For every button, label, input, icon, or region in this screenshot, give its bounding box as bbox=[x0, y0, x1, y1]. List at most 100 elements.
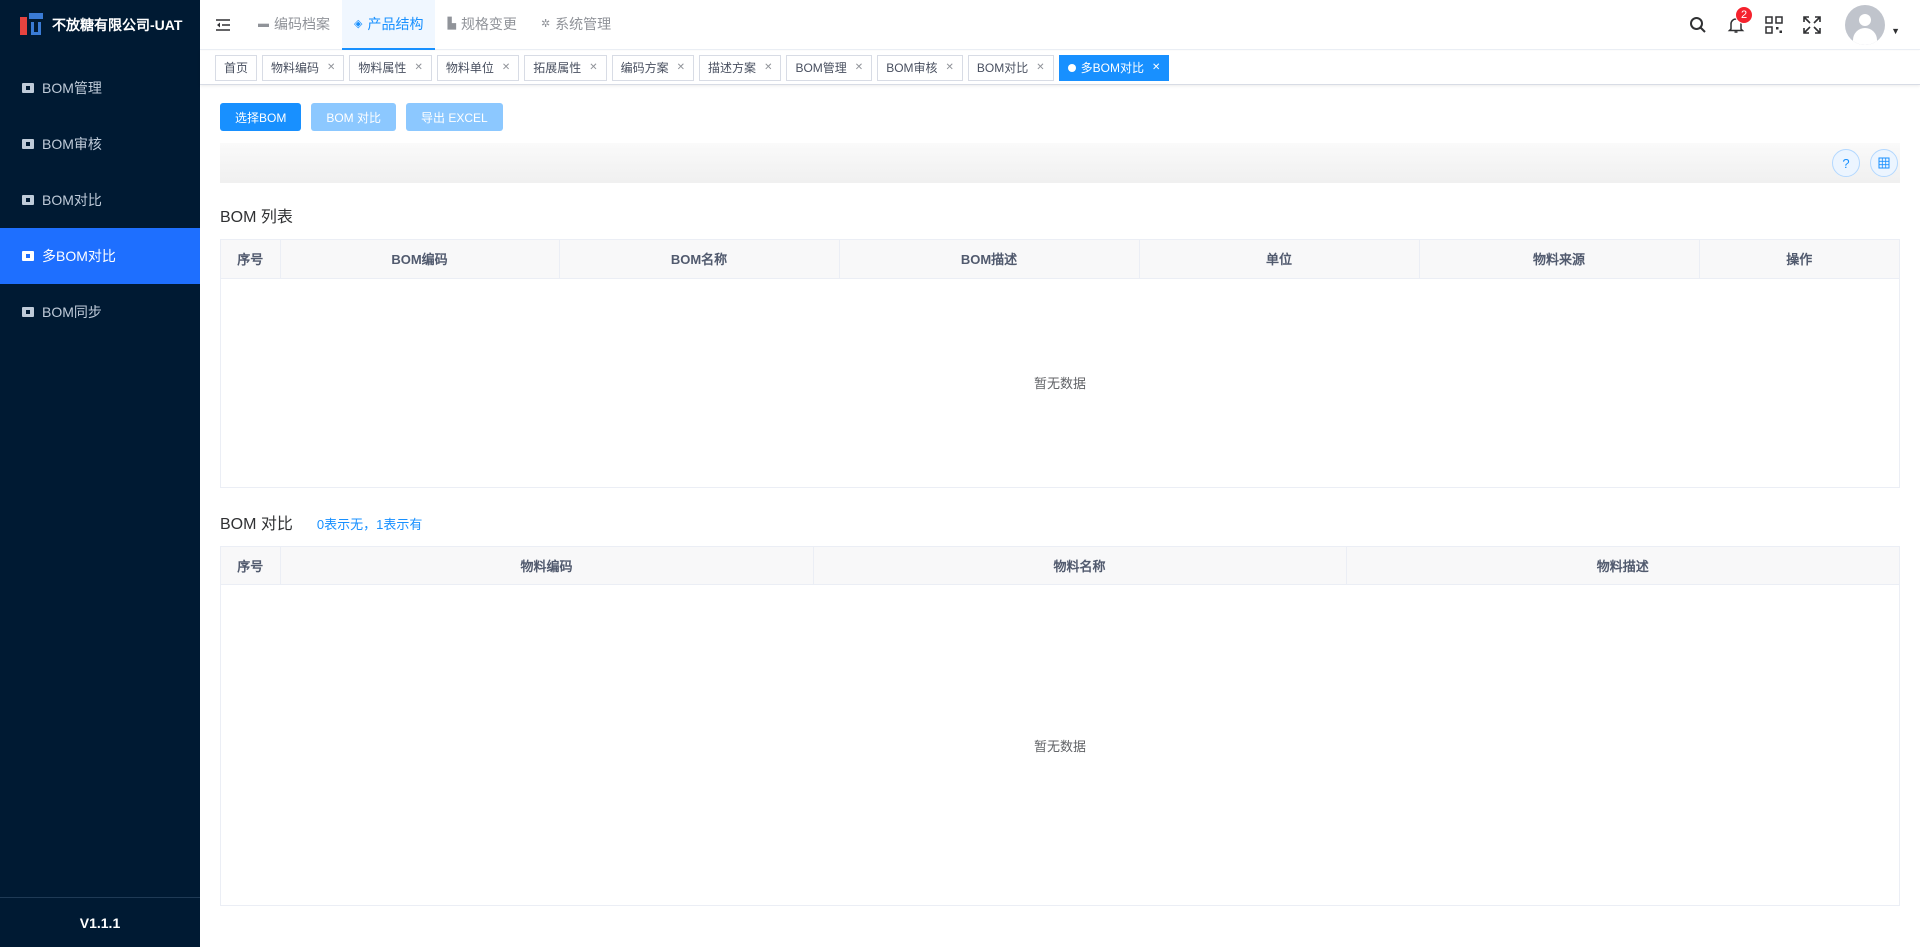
tags-view: 首页 物料编码 ✕ 物料属性 ✕ 物料单位 ✕ 拓展属性 ✕ 编码方案 ✕ 描述方案 ✕ B… bbox=[200, 51, 1920, 85]
sidebar-item-multi-bom-compare[interactable]: 多BOM对比 bbox=[0, 228, 200, 284]
select-bom-button[interactable]: 选择BOM bbox=[220, 103, 302, 131]
topnav-item-system-manage[interactable]: ✲ 系统管理 bbox=[529, 0, 623, 50]
column-header: 物料来源 bbox=[1419, 240, 1700, 279]
tag-bom-audit[interactable]: BOM审核 ✕ bbox=[877, 54, 963, 81]
app-version: V1.1.1 bbox=[0, 897, 200, 947]
folder-icon bbox=[22, 251, 34, 261]
topnav-label: 规格变更 bbox=[460, 15, 517, 32]
notification-badge: 2 bbox=[1735, 5, 1754, 24]
column-header: BOM描述 bbox=[839, 240, 1140, 279]
layers-icon: ◈ bbox=[354, 18, 363, 30]
tag-label: BOM管理 bbox=[795, 61, 847, 75]
topnav-label: 系统管理 bbox=[555, 15, 612, 32]
column-header: 物料编码 bbox=[280, 546, 814, 585]
columns-setting-icon[interactable] bbox=[1870, 149, 1898, 177]
column-header: 序号 bbox=[221, 240, 281, 279]
tag-bom-compare[interactable]: BOM对比 ✕ bbox=[967, 54, 1054, 81]
close-icon[interactable]: ✕ bbox=[414, 62, 422, 73]
tag-label: BOM对比 bbox=[976, 61, 1029, 75]
bom-list-table: 序号 BOM编码 BOM名称 BOM描述 单位 物料来源 操作 暂无数据 bbox=[220, 239, 1900, 488]
tag-label: 多BOM对比 bbox=[1080, 61, 1144, 75]
column-header: BOM名称 bbox=[559, 240, 840, 279]
close-icon[interactable]: ✕ bbox=[855, 62, 863, 73]
topnav-item-spec-change[interactable]: ▙ 规格变更 bbox=[435, 0, 528, 50]
sidebar-item-label: BOM对比 bbox=[42, 192, 102, 208]
sidebar: 不放糖有限公司-UAT BOM管理 BOM审核 BOM对比 多BOM对比 BOM… bbox=[0, 0, 200, 947]
tag-description-scheme[interactable]: 描述方案 ✕ bbox=[699, 54, 782, 81]
legend-hint: 0表示无，1表示有 bbox=[316, 516, 423, 532]
close-icon[interactable]: ✕ bbox=[1152, 62, 1160, 73]
folder-icon bbox=[22, 83, 34, 93]
sidebar-item-label: 多BOM对比 bbox=[42, 248, 116, 264]
collapse-menu-icon[interactable] bbox=[200, 0, 246, 50]
folder-icon bbox=[22, 195, 34, 205]
notification-bell-icon[interactable]: 2 bbox=[1717, 0, 1755, 50]
tag-material-attr[interactable]: 物料属性 ✕ bbox=[349, 54, 432, 81]
close-icon[interactable]: ✕ bbox=[946, 62, 954, 73]
bom-compare-table: 序号 物料编码 物料名称 物料描述 暂无数据 bbox=[220, 545, 1900, 906]
tag-label: 编码方案 bbox=[620, 61, 669, 75]
close-icon[interactable]: ✕ bbox=[589, 62, 597, 73]
main-content: 选择BOM BOM 对比 导出 EXCEL ? BOM 列表 序号 BOM编码 … bbox=[220, 86, 1900, 906]
table-header-row: 序号 BOM编码 BOM名称 BOM描述 单位 物料来源 操作 bbox=[221, 240, 1899, 279]
gear-icon: ✲ bbox=[540, 18, 551, 30]
tag-multi-bom-compare[interactable]: 多BOM对比 ✕ bbox=[1058, 54, 1170, 81]
tag-label: 描述方案 bbox=[708, 61, 757, 75]
tag-bom-manage[interactable]: BOM管理 ✕ bbox=[786, 54, 873, 81]
table-header-row: 序号 物料编码 物料名称 物料描述 bbox=[221, 546, 1899, 585]
help-icon[interactable]: ? bbox=[1832, 149, 1860, 177]
tag-label: 物料属性 bbox=[358, 61, 407, 75]
app-title: 不放糖有限公司-UAT bbox=[52, 17, 183, 33]
tag-label: 物料编码 bbox=[271, 61, 320, 75]
sidebar-item-label: BOM同步 bbox=[42, 304, 102, 320]
bom-list-title: BOM 列表 bbox=[220, 203, 1900, 226]
top-header: ▬ 编码档案 ◈ 产品结构 ▙ 规格变更 ✲ 系统管理 2 ▼ bbox=[200, 0, 1920, 50]
empty-state-text: 暂无数据 bbox=[1033, 738, 1086, 754]
tag-material-code[interactable]: 物料编码 ✕ bbox=[262, 54, 345, 81]
empty-state-text: 暂无数据 bbox=[1033, 376, 1086, 391]
tag-coding-scheme[interactable]: 编码方案 ✕ bbox=[611, 54, 695, 81]
sidebar-menu: BOM管理 BOM审核 BOM对比 多BOM对比 BOM同步 bbox=[0, 60, 200, 340]
user-avatar[interactable] bbox=[1845, 4, 1886, 45]
qrcode-icon[interactable] bbox=[1755, 0, 1793, 50]
topnav-item-coding-archive[interactable]: ▬ 编码档案 bbox=[246, 0, 342, 50]
column-header: 单位 bbox=[1139, 240, 1420, 279]
chart-icon: ▙ bbox=[447, 18, 456, 30]
tag-label: 物料单位 bbox=[445, 61, 494, 75]
tag-material-unit[interactable]: 物料单位 ✕ bbox=[436, 54, 520, 81]
logo[interactable]: 不放糖有限公司-UAT bbox=[0, 0, 200, 50]
folder-icon bbox=[22, 139, 34, 149]
column-header: BOM编码 bbox=[280, 240, 560, 279]
chevron-down-icon[interactable]: ▼ bbox=[1891, 26, 1900, 36]
column-header: 物料名称 bbox=[813, 546, 1347, 585]
action-bar: 选择BOM BOM 对比 导出 EXCEL bbox=[220, 103, 1900, 131]
close-icon[interactable]: ✕ bbox=[327, 62, 335, 73]
table-toolbar: ? bbox=[220, 143, 1900, 183]
tag-home[interactable]: 首页 bbox=[215, 54, 258, 81]
compare-bom-button[interactable]: BOM 对比 bbox=[311, 103, 397, 131]
export-excel-button[interactable]: 导出 EXCEL bbox=[406, 103, 503, 131]
sidebar-item-bom-manage[interactable]: BOM管理 bbox=[0, 60, 200, 116]
section-title-text: BOM 列表 bbox=[220, 209, 293, 226]
close-icon[interactable]: ✕ bbox=[1036, 62, 1044, 73]
fullscreen-icon[interactable] bbox=[1793, 0, 1831, 50]
sidebar-item-bom-compare[interactable]: BOM对比 bbox=[0, 172, 200, 228]
column-header: 序号 bbox=[221, 546, 281, 585]
close-icon[interactable]: ✕ bbox=[677, 62, 685, 73]
tag-label: BOM审核 bbox=[886, 61, 938, 75]
sidebar-item-bom-audit[interactable]: BOM审核 bbox=[0, 116, 200, 172]
section-title-text: BOM 对比 bbox=[220, 515, 293, 533]
logo-icon bbox=[20, 13, 44, 37]
sidebar-item-label: BOM管理 bbox=[42, 80, 102, 96]
column-header: 操作 bbox=[1699, 240, 1899, 279]
active-dot-icon bbox=[1067, 63, 1076, 72]
tag-extended-attr[interactable]: 拓展属性 ✕ bbox=[524, 54, 607, 81]
sidebar-item-label: BOM审核 bbox=[42, 136, 102, 152]
close-icon[interactable]: ✕ bbox=[764, 62, 772, 73]
topnav-label: 编码档案 bbox=[274, 15, 330, 32]
topnav-item-product-structure[interactable]: ◈ 产品结构 bbox=[342, 0, 436, 50]
close-icon[interactable]: ✕ bbox=[502, 62, 510, 73]
search-icon[interactable] bbox=[1679, 0, 1717, 50]
folder-icon bbox=[22, 307, 34, 317]
sidebar-item-bom-sync[interactable]: BOM同步 bbox=[0, 284, 200, 340]
